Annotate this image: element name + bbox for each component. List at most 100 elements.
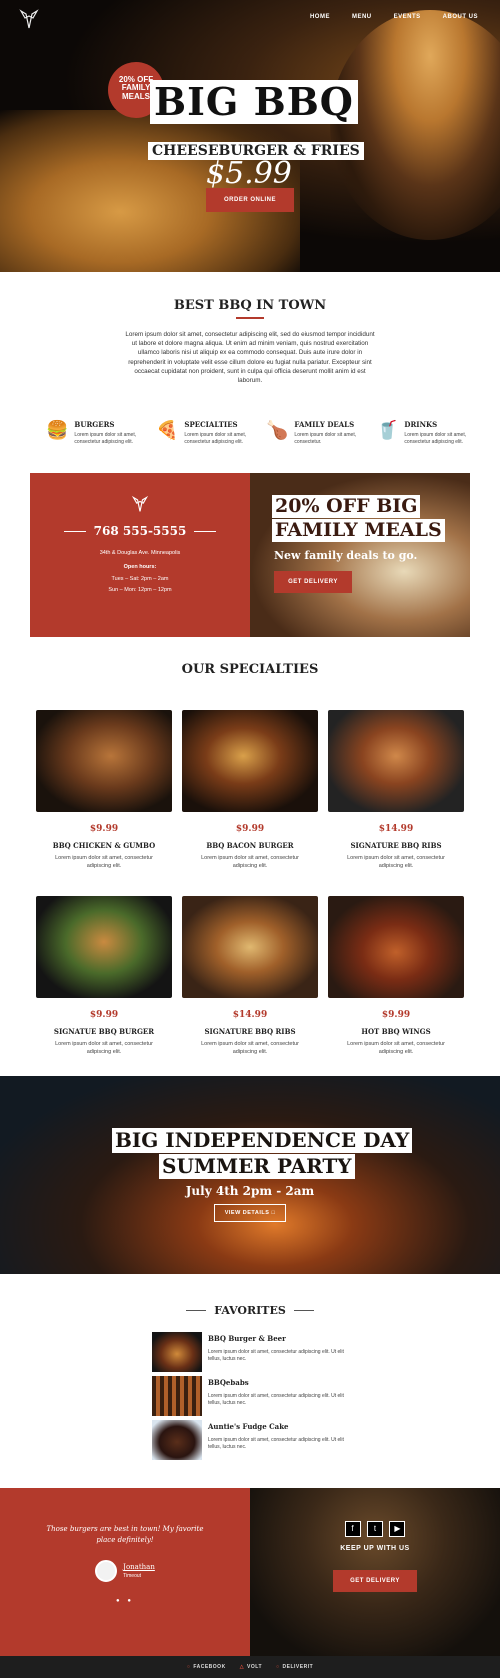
- category-row: 🍔 BURGERS Lorem ipsum dolor sit amet, co…: [46, 418, 476, 446]
- favorite-item[interactable]: Auntie's Fudge Cake Lorem ipsum dolor si…: [152, 1420, 352, 1460]
- burger-icon: 🍔: [46, 420, 69, 440]
- burger-image: [330, 10, 500, 240]
- logo-icon[interactable]: [18, 8, 40, 30]
- promo-title-line2: FAMILY MEALS: [272, 519, 445, 542]
- category-title: BURGERS: [74, 420, 115, 429]
- dish-card[interactable]: $14.99 SIGNATURE BBQ RIBS Lorem ipsum do…: [328, 710, 464, 870]
- dish-desc: Lorem ipsum dolor sit amet, consectetur …: [201, 855, 299, 869]
- footer-link-label: FACEBOOK: [193, 1664, 226, 1670]
- dish-card[interactable]: $14.99 SIGNATURE BBQ RIBS Lorem ipsum do…: [182, 896, 318, 1056]
- hero-title: BIG BBQ: [150, 80, 358, 124]
- dish-price: $9.99: [235, 824, 265, 834]
- dish-card[interactable]: $9.99 BBQ BACON BURGER Lorem ipsum dolor…: [182, 710, 318, 870]
- youtube-icon[interactable]: ▶: [389, 1521, 406, 1537]
- nav-menu[interactable]: MENU: [352, 14, 372, 20]
- favorite-item[interactable]: BBQebabs Lorem ipsum dolor sit amet, con…: [152, 1376, 352, 1416]
- category-title: DRINKS: [404, 420, 438, 429]
- nav-home[interactable]: HOME: [310, 14, 330, 20]
- nav-about-us[interactable]: ABOUT US: [443, 14, 478, 20]
- dish-name: HOT BBQ WINGS: [361, 1027, 431, 1036]
- dish-price: $9.99: [89, 1010, 119, 1020]
- category-title: SPECIALTIES: [184, 420, 238, 429]
- divider: [293, 1310, 314, 1311]
- dish-card[interactable]: $9.99 BBQ CHICKEN & GUMBO Lorem ipsum do…: [36, 710, 172, 870]
- heading-underline: [236, 317, 264, 319]
- dish-name: SIGNATURE BBQ RIBS: [350, 841, 442, 850]
- favorite-image: [152, 1420, 202, 1460]
- get-delivery-button[interactable]: GET DELIVERY: [333, 1570, 417, 1592]
- dish-desc: Lorem ipsum dolor sit amet, consectetur …: [55, 1041, 153, 1055]
- divider: [63, 530, 86, 532]
- social-panel: f t ▶ KEEP UP WITH US GET DELIVERY: [250, 1488, 500, 1656]
- divider: [186, 1310, 207, 1311]
- favorite-name: Auntie's Fudge Cake: [208, 1422, 289, 1431]
- dish-desc: Lorem ipsum dolor sit amet, consectetur …: [55, 855, 153, 869]
- footer-link-deliverit[interactable]: ○ DELIVERIT: [276, 1664, 313, 1670]
- event-title-line1: BIG INDEPENDENCE DAY: [112, 1128, 413, 1153]
- dish-desc: Lorem ipsum dolor sit amet, consectetur …: [347, 1041, 445, 1055]
- volt-icon: △: [239, 1664, 245, 1670]
- favorite-image: [152, 1376, 202, 1416]
- footer-link-label: VOLT: [247, 1664, 263, 1670]
- hero-price: $5.99: [206, 156, 292, 191]
- order-online-button[interactable]: ORDER ONLINE: [206, 188, 294, 212]
- category-title: FAMILY DEALS: [294, 420, 355, 429]
- pizza-slice-icon: 🍕: [156, 420, 179, 440]
- phone-number[interactable]: 768 555-5555: [94, 524, 187, 538]
- get-delivery-button[interactable]: GET DELIVERY: [274, 571, 352, 593]
- event-title-line2: SUMMER PARTY: [159, 1154, 355, 1179]
- favorite-image: [152, 1332, 202, 1372]
- dish-name: SIGNATUE BBQ BURGER: [53, 1027, 155, 1036]
- favorite-desc: Lorem ipsum dolor sit amet, consectetur …: [208, 1393, 344, 1406]
- testimonial-quote: Those burgers are best in town! My favor…: [46, 1525, 204, 1544]
- dish-desc: Lorem ipsum dolor sit amet, consectetur …: [347, 855, 445, 869]
- nav-events[interactable]: EVENTS: [394, 14, 421, 20]
- specialties-heading: OUR SPECIALTIES: [181, 662, 319, 677]
- drink-cup-icon: 🥤: [376, 420, 399, 440]
- favorites-heading: FAVORITES: [214, 1304, 286, 1317]
- category-text: Lorem ipsum dolor sit amet, consectetur …: [184, 432, 247, 445]
- intro-heading: BEST BBQ IN TOWN: [173, 298, 327, 313]
- favorites-heading-row: FAVORITES: [0, 1304, 500, 1317]
- favorite-desc: Lorem ipsum dolor sit amet, consectetur …: [208, 1437, 344, 1450]
- favorite-name: BBQebabs: [208, 1378, 249, 1387]
- category-specialties[interactable]: 🍕 SPECIALTIES Lorem ipsum dolor sit amet…: [156, 418, 256, 446]
- hours-line: Sun – Mon: 12pm – 12pm: [108, 587, 172, 593]
- avatar: [95, 1560, 118, 1582]
- family-meal-icon: 🍗: [266, 420, 289, 440]
- hero-banner: HOME MENU EVENTS ABOUT US 20% OFF FAMILY…: [0, 0, 500, 272]
- dish-price: $9.99: [89, 824, 119, 834]
- promo-subtitle: New family deals to go.: [274, 549, 418, 562]
- dish-name: BBQ BACON BURGER: [206, 841, 294, 850]
- dish-image: [182, 710, 318, 812]
- category-burgers[interactable]: 🍔 BURGERS Lorem ipsum dolor sit amet, co…: [46, 418, 146, 446]
- footer: ○ FACEBOOK △ VOLT ○ DELIVERIT: [0, 1656, 500, 1678]
- footer-link-volt[interactable]: △ VOLT: [240, 1664, 262, 1670]
- dish-price: $14.99: [232, 1010, 268, 1020]
- dish-image: [36, 896, 172, 998]
- category-text: Lorem ipsum dolor sit amet, consectetur …: [74, 432, 137, 445]
- reviewer-source: Timeout: [123, 1573, 142, 1579]
- twitter-icon[interactable]: t: [367, 1521, 383, 1537]
- category-text: Lorem ipsum dolor sit amet, consectetur …: [404, 432, 467, 445]
- dish-card[interactable]: $9.99 SIGNATUE BBQ BURGER Lorem ipsum do…: [36, 896, 172, 1056]
- dish-card[interactable]: $9.99 HOT BBQ WINGS Lorem ipsum dolor si…: [328, 896, 464, 1056]
- footer-link-facebook[interactable]: ○ FACEBOOK: [187, 1664, 226, 1670]
- dish-image: [328, 710, 464, 812]
- facebook-icon[interactable]: f: [344, 1521, 361, 1537]
- dish-image: [182, 896, 318, 998]
- category-drinks[interactable]: 🥤 DRINKS Lorem ipsum dolor sit amet, con…: [376, 418, 476, 446]
- promo-panel: 20% OFF BIG FAMILY MEALS New family deal…: [250, 473, 470, 637]
- dish-price: $9.99: [381, 1010, 411, 1020]
- contact-panel: 768 555-5555 34th & Douglas Ave. Minneap…: [30, 473, 250, 637]
- view-details-button[interactable]: VIEW DETAILS □: [214, 1204, 286, 1222]
- favorite-item[interactable]: BBQ Burger & Beer Lorem ipsum dolor sit …: [152, 1332, 352, 1372]
- carousel-dots[interactable]: ● ●: [0, 1598, 250, 1604]
- facebook-icon: ○: [186, 1664, 191, 1670]
- category-family-deals[interactable]: 🍗 FAMILY DEALS Lorem ipsum dolor sit ame…: [266, 418, 366, 446]
- footer-link-label: DELIVERIT: [282, 1664, 314, 1670]
- deliverit-icon: ○: [276, 1664, 280, 1670]
- dish-image: [36, 710, 172, 812]
- logo-icon: [30, 495, 250, 518]
- divider: [194, 530, 217, 532]
